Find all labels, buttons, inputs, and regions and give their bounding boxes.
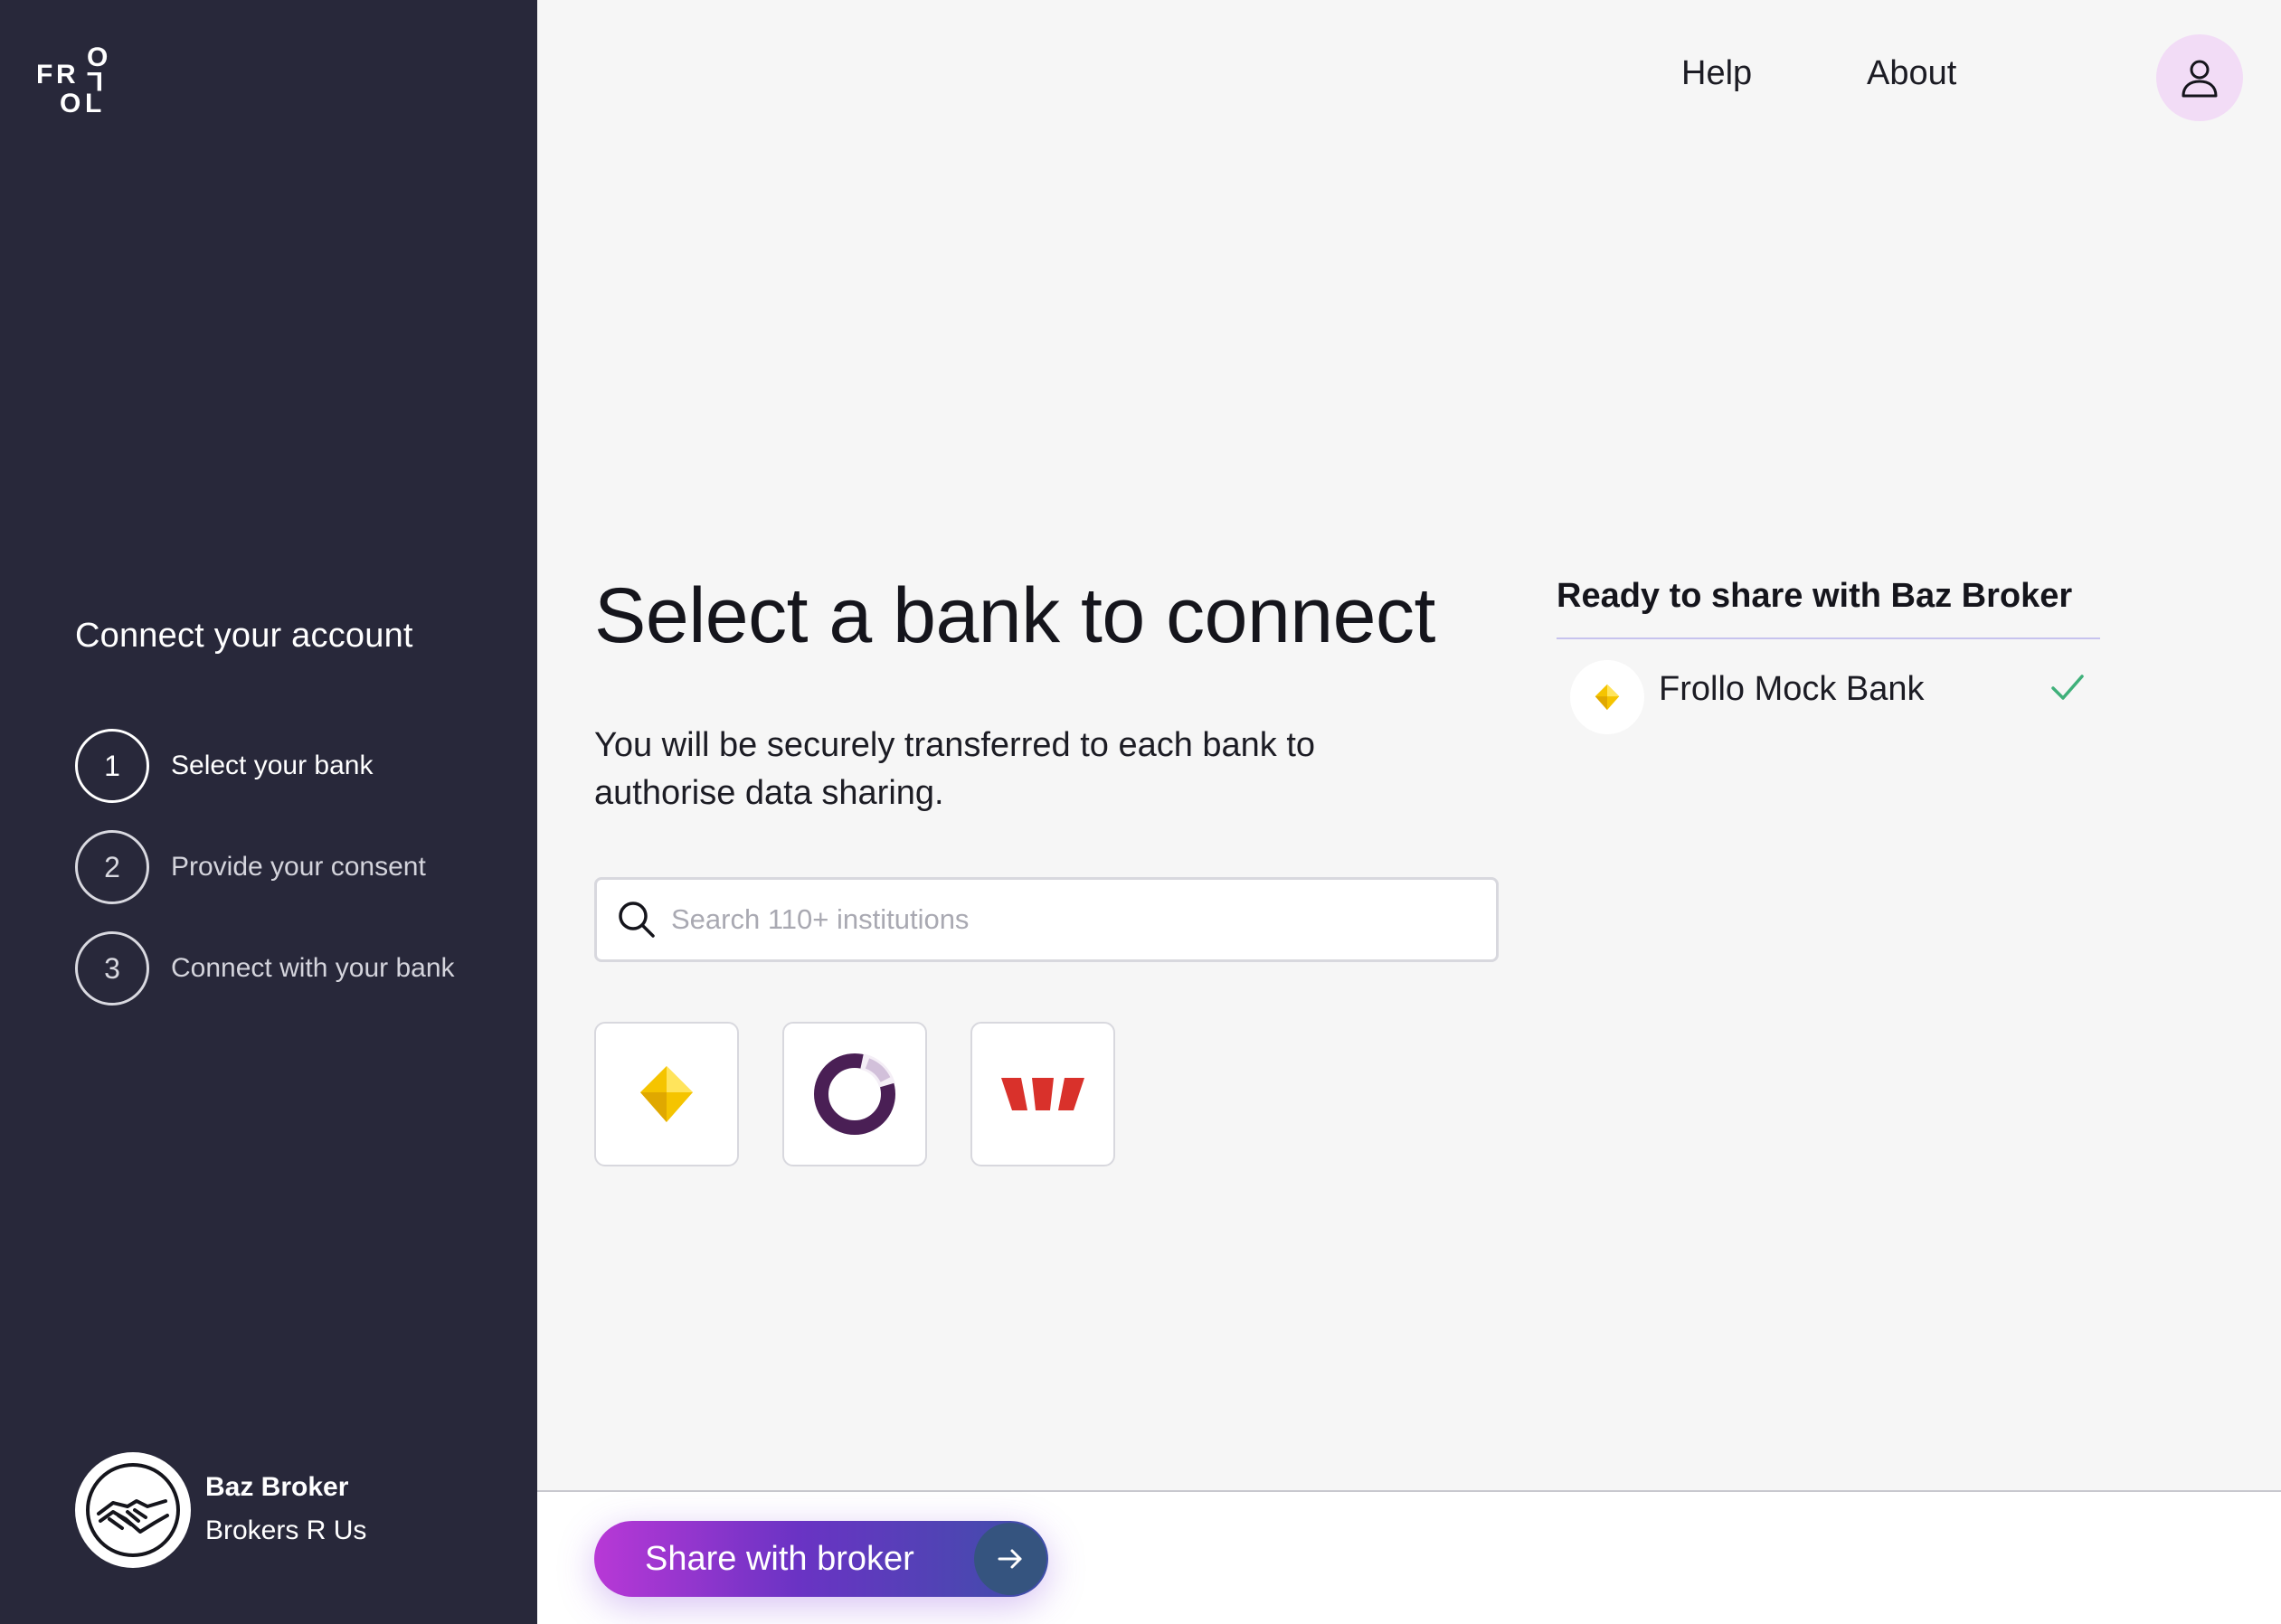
purple-ring-bank-logo — [814, 1053, 895, 1135]
yellow-diamond-bank-logo — [1595, 684, 1620, 711]
step-number: 3 — [75, 931, 149, 1006]
ready-bank-name: Frollo Mock Bank — [1659, 669, 1925, 708]
search-icon — [619, 902, 655, 938]
ready-panel-divider — [1557, 637, 2100, 639]
search-box[interactable] — [594, 877, 1499, 962]
broker-avatar — [75, 1452, 191, 1568]
check-icon — [2051, 675, 2084, 700]
svg-text:L: L — [85, 89, 101, 118]
frollo-logo[interactable]: F R O O L L — [34, 42, 119, 118]
arrow-right-icon — [974, 1523, 1046, 1595]
page-title: Select a bank to connect — [594, 572, 1435, 659]
step-label: Select your bank — [171, 751, 374, 780]
broker-info: Baz Broker Brokers R Us — [75, 1452, 366, 1568]
yellow-diamond-bank-logo — [640, 1066, 693, 1122]
profile-button[interactable] — [2156, 34, 2243, 121]
step-connect-bank: 3 Connect with your bank — [75, 931, 455, 1006]
bank-tile-purple-ring[interactable] — [782, 1022, 927, 1166]
connect-account-title: Connect your account — [75, 617, 413, 655]
ready-panel-title: Ready to share with Baz Broker — [1557, 577, 2073, 615]
nav-about-link[interactable]: About — [1867, 54, 1956, 93]
ready-bank-logo — [1570, 660, 1644, 734]
step-label: Connect with your bank — [171, 953, 455, 983]
share-button-label: Share with broker — [645, 1539, 914, 1578]
broker-company: Brokers R Us — [205, 1515, 367, 1545]
handshake-icon — [86, 1463, 180, 1557]
step-provide-consent: 2 Provide your consent — [75, 830, 426, 904]
svg-text:R: R — [56, 60, 76, 90]
bank-tile-red-w[interactable] — [970, 1022, 1115, 1166]
ready-bank-item: Frollo Mock Bank — [1570, 656, 2086, 738]
page-subtitle: You will be securely transferred to each… — [594, 726, 1316, 812]
user-icon — [2182, 60, 2218, 98]
svg-text:O: O — [60, 89, 80, 118]
share-with-broker-button[interactable]: Share with broker — [594, 1521, 1048, 1597]
nav-help-link[interactable]: Help — [1681, 54, 1752, 93]
step-select-bank: 1 Select your bank — [75, 729, 373, 803]
step-number: 2 — [75, 830, 149, 904]
step-label: Provide your consent — [171, 852, 426, 882]
search-input[interactable] — [669, 883, 1496, 957]
red-w-bank-logo — [1001, 1078, 1084, 1110]
bank-tile-yellow-diamond[interactable] — [594, 1022, 739, 1166]
svg-text:F: F — [36, 60, 52, 90]
sidebar: F R O O L L Connect your account 1 Selec… — [0, 0, 537, 1624]
step-number: 1 — [75, 729, 149, 803]
broker-name: Baz Broker — [205, 1472, 349, 1502]
